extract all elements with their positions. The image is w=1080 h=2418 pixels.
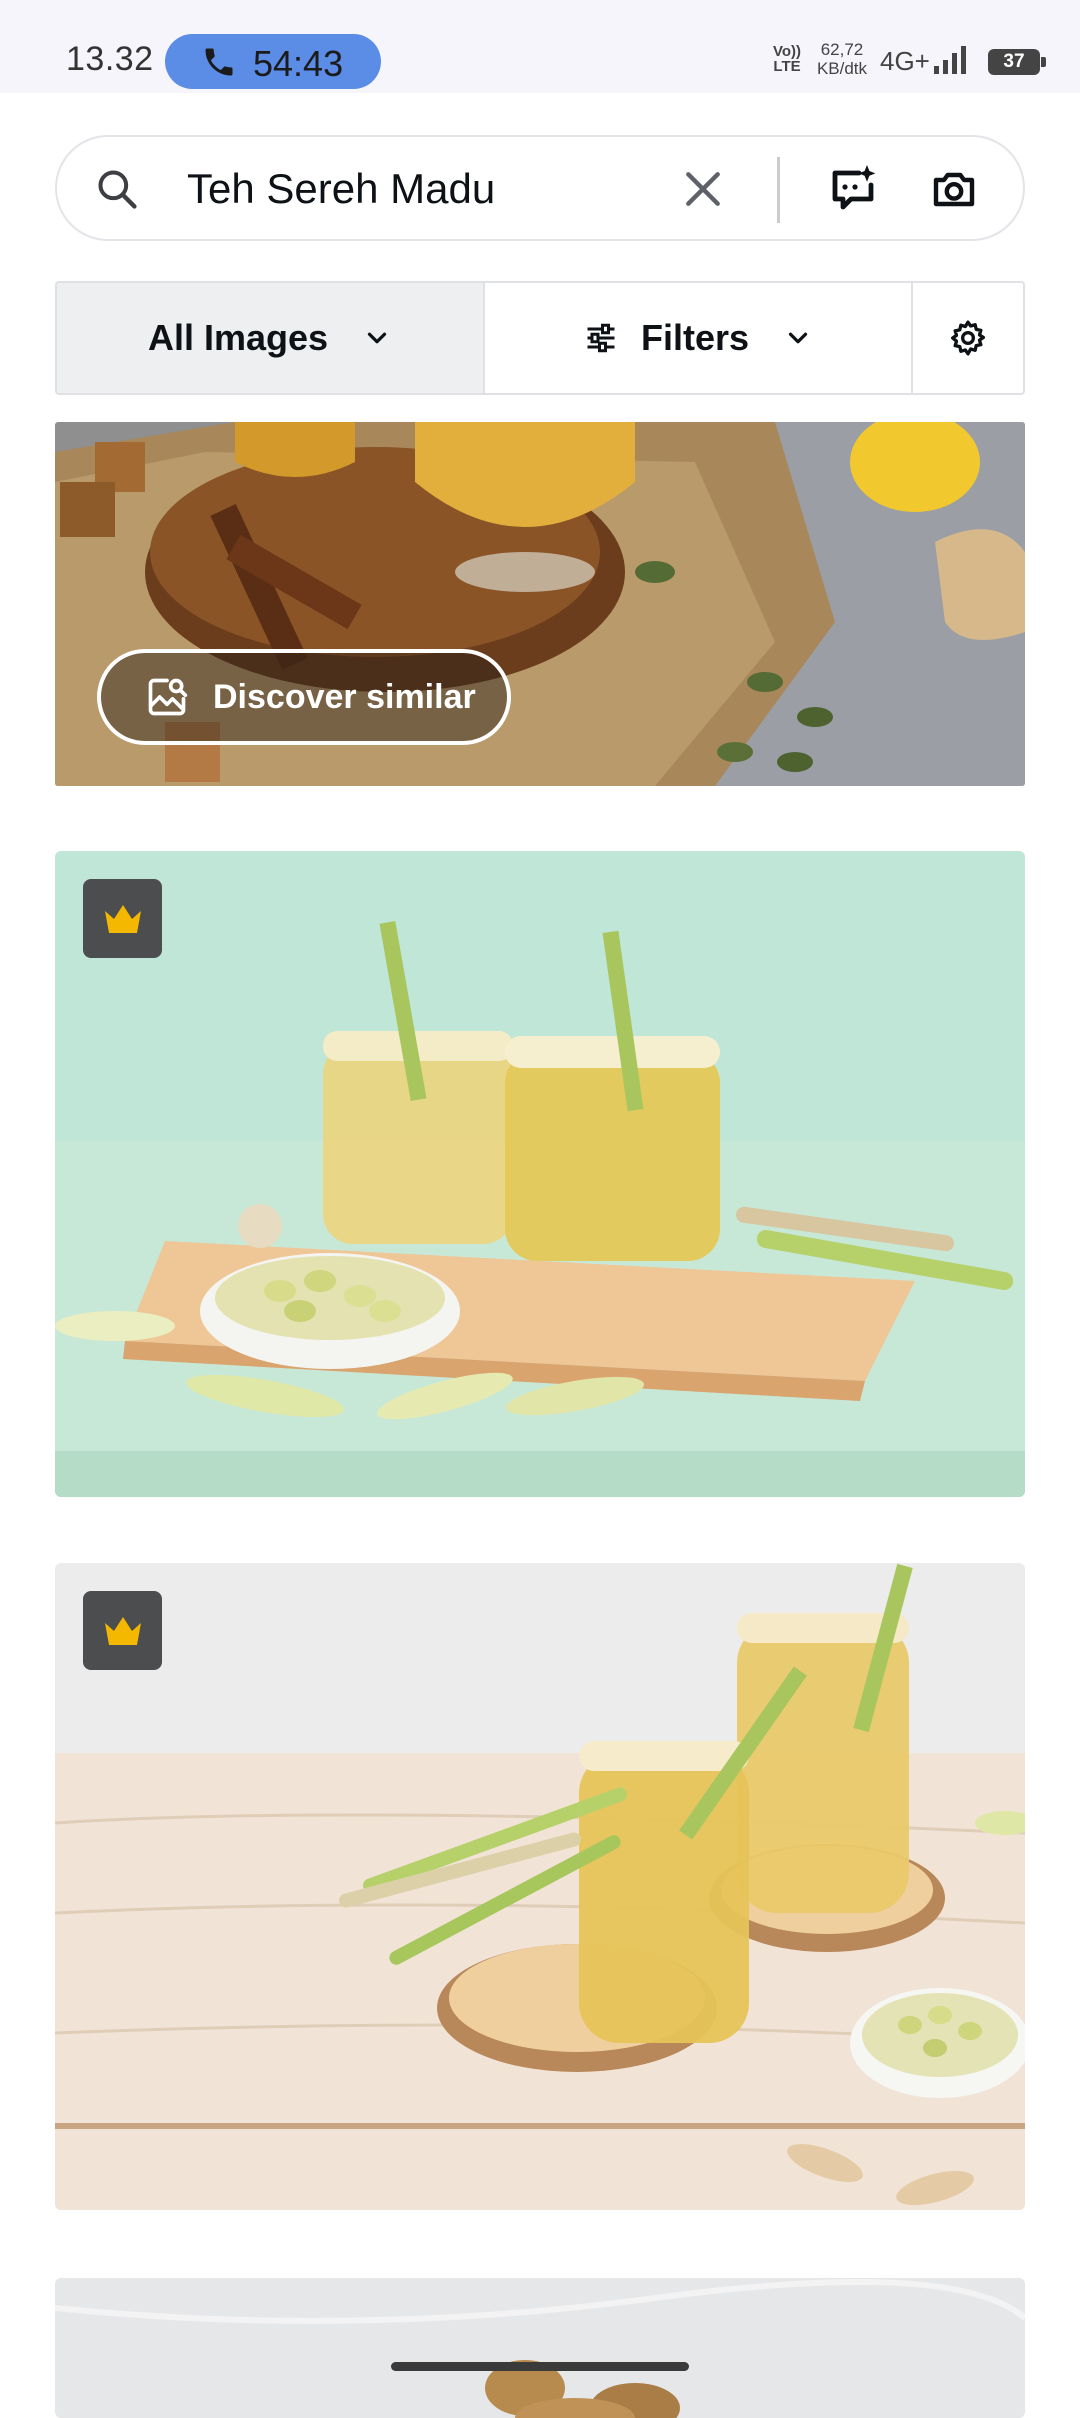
filters-dropdown[interactable]: Filters — [485, 283, 913, 393]
signal-icon — [934, 46, 966, 74]
volte-indicator: Vo)) LTE — [772, 43, 802, 75]
chevron-down-icon — [367, 332, 387, 344]
lemongrass-drink-mint-image — [55, 851, 1025, 1497]
premium-badge — [83, 879, 162, 958]
network-speed-value: 62,72 — [820, 40, 864, 59]
battery-level: 37 — [1003, 51, 1025, 72]
search-divider — [777, 157, 780, 223]
ginger-image — [55, 2278, 1025, 2418]
settings-button[interactable] — [913, 283, 1023, 393]
camera-icon[interactable] — [930, 165, 978, 213]
clear-icon[interactable] — [681, 167, 725, 211]
crown-icon — [104, 1616, 141, 1645]
status-bar: 13.32 54:43 Vo)) LTE 62,72 KB/dtk 4G+ 37 — [0, 0, 1080, 93]
network-speed-unit: KB/dtk — [816, 59, 868, 78]
phone-icon — [205, 48, 233, 76]
discover-similar-button[interactable]: Discover similar — [97, 649, 511, 745]
call-timer: 54:43 — [253, 43, 344, 84]
image-search-icon — [148, 678, 188, 716]
search-icon[interactable] — [95, 167, 139, 211]
ai-chat-icon[interactable] — [827, 163, 879, 215]
status-time: 13.32 — [66, 40, 154, 78]
ongoing-call-pill[interactable]: 54:43 — [165, 34, 381, 89]
search-bar — [55, 135, 1025, 241]
lemongrass-drink-wood-image — [55, 1563, 1025, 2210]
filter-row: All Images Filters — [55, 281, 1025, 395]
sliders-icon — [587, 323, 615, 353]
network-type: 4G+ — [880, 46, 930, 76]
filters-label: Filters — [640, 317, 750, 358]
image-type-label: All Images — [147, 317, 329, 358]
gear-icon — [951, 320, 985, 356]
search-input[interactable] — [187, 163, 687, 215]
chevron-down-icon — [788, 332, 808, 344]
result-image-card[interactable]: Discover similar — [55, 422, 1025, 786]
status-indicators: Vo)) LTE 62,72 KB/dtk 4G+ 37 — [760, 0, 1080, 93]
result-image-card[interactable] — [55, 851, 1025, 1497]
battery-icon: 37 — [988, 49, 1046, 75]
premium-badge — [83, 1591, 162, 1670]
home-indicator[interactable] — [391, 2362, 689, 2371]
image-type-dropdown[interactable]: All Images — [57, 283, 485, 393]
crown-icon — [104, 904, 141, 933]
result-image-card[interactable] — [55, 1563, 1025, 2210]
result-image-card[interactable] — [55, 2278, 1025, 2418]
discover-similar-label: Discover similar — [213, 677, 476, 716]
network-speed: 62,72 KB/dtk — [812, 40, 872, 78]
